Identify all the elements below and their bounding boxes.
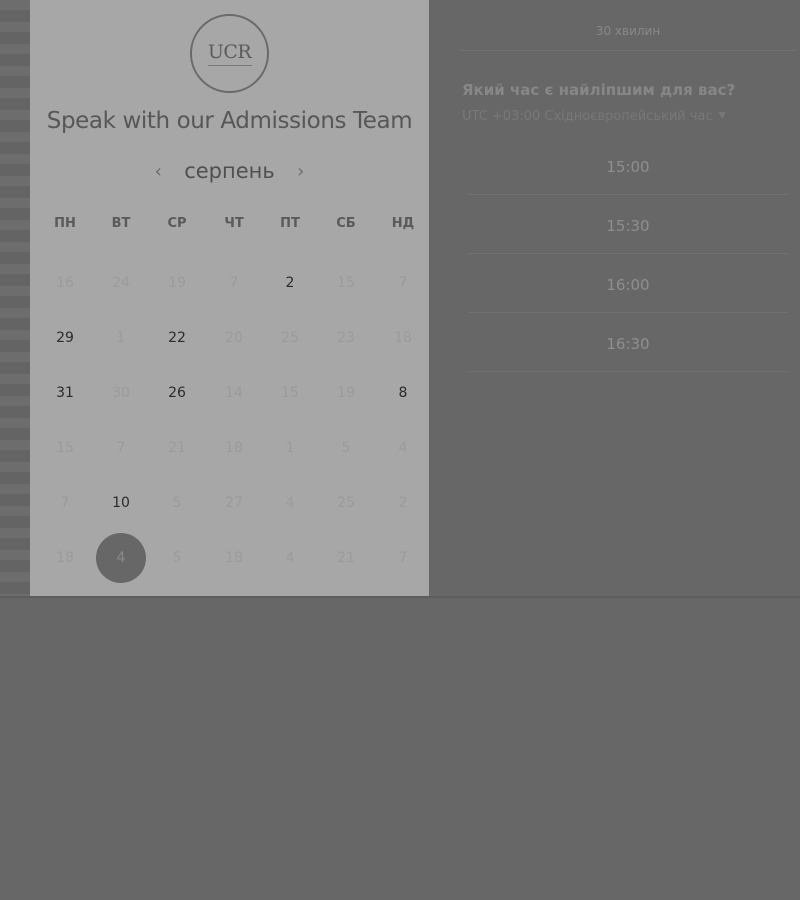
calendar-day[interactable]: 26 <box>159 381 195 405</box>
calendar-day[interactable]: 31 <box>47 381 83 405</box>
calendar-day: 5 <box>341 440 351 456</box>
time-slot-button[interactable]: 15:00 <box>468 140 788 195</box>
calendar-day: 24 <box>112 275 130 291</box>
calendar-day: 19 <box>168 275 186 291</box>
background-stripes <box>0 0 30 597</box>
calendar-grid: 16 24 19 7 2 15 7 29 1 22 20 25 23 18 31 30 26 14 15 19 8 15 7… <box>30 0 429 596</box>
calendar-day: 18 <box>225 440 243 456</box>
calendar-day: 7 <box>60 495 70 511</box>
time-slot-button[interactable]: 16:00 <box>468 258 788 313</box>
calendar-day: 5 <box>172 550 182 566</box>
calendar-day: 14 <box>225 385 243 401</box>
calendar-day[interactable]: 10 <box>103 491 139 515</box>
duration-label: 30 хвилин <box>595 24 661 38</box>
calendar-day: 30 <box>112 385 130 401</box>
calendar-day: 1 <box>116 330 126 346</box>
calendar-day[interactable]: 8 <box>385 381 421 405</box>
header-divider <box>460 50 796 51</box>
time-slot-button[interactable]: 15:30 <box>468 199 788 254</box>
timezone-label: UTC +03:00 Східноєвропейський час <box>462 109 713 124</box>
calendar-day: 23 <box>337 330 355 346</box>
calendar-day: 4 <box>285 550 295 566</box>
calendar-day: 1 <box>285 440 295 456</box>
calendar-day: 7 <box>229 275 239 291</box>
calendar-day: 18 <box>225 550 243 566</box>
page-divider <box>0 596 800 598</box>
calendar-panel: UCR Speak with our Admissions Team ‹ сер… <box>30 0 429 596</box>
calendar-day-selected[interactable]: 4 <box>96 533 146 583</box>
calendar-day: 7 <box>116 440 126 456</box>
calendar-day: 4 <box>398 440 408 456</box>
calendar-day: 19 <box>337 385 355 401</box>
calendar-day: 15 <box>281 385 299 401</box>
calendar-day: 2 <box>398 495 408 511</box>
time-slot-button[interactable]: 16:30 <box>468 317 788 372</box>
calendar-day: 15 <box>56 440 74 456</box>
calendar-day: 20 <box>225 330 243 346</box>
caret-down-icon: ▼ <box>718 111 726 121</box>
calendar-day: 25 <box>281 330 299 346</box>
time-question: Який час є найліпшим для вас? <box>462 81 736 99</box>
calendar-day: 7 <box>398 275 408 291</box>
calendar-day: 15 <box>337 275 355 291</box>
calendar-day: 21 <box>168 440 186 456</box>
calendar-day: 4 <box>285 495 295 511</box>
calendar-day: 21 <box>337 550 355 566</box>
calendar-day[interactable]: 22 <box>159 326 195 350</box>
calendar-day[interactable]: 29 <box>47 326 83 350</box>
timezone-selector[interactable]: UTC +03:00 Східноєвропейський час ▼ <box>462 109 726 124</box>
calendar-day: 7 <box>398 550 408 566</box>
calendar-day: 18 <box>394 330 412 346</box>
calendar-day: 16 <box>56 275 74 291</box>
calendar-day: 18 <box>56 550 74 566</box>
calendar-day: 25 <box>337 495 355 511</box>
calendar-day: 27 <box>225 495 243 511</box>
calendar-day[interactable]: 2 <box>272 271 308 295</box>
calendar-day: 5 <box>172 495 182 511</box>
